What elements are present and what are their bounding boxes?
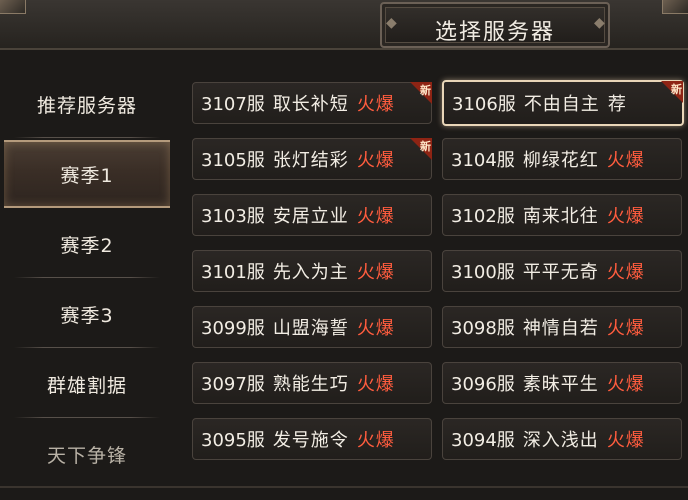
server-name: 发号施令: [272, 430, 349, 451]
server-name: 取长补短: [272, 94, 349, 115]
server-status: 火爆: [356, 206, 395, 227]
server-number: 3101服: [201, 262, 265, 283]
new-badge: 新: [410, 82, 432, 104]
server-number: 3096服: [451, 374, 515, 395]
server-3100[interactable]: 3100服 平平无奇 火爆: [442, 250, 682, 292]
rivet-icon: ◆: [594, 15, 605, 31]
server-status: 火爆: [356, 318, 395, 339]
title-plate: ◆ 选择服务器 ◆: [380, 2, 610, 48]
server-3106[interactable]: 3106服 不由自主 荐 新: [442, 80, 684, 126]
server-name: 不由自主: [523, 94, 600, 115]
server-number: 3098服: [451, 318, 515, 339]
server-3095[interactable]: 3095服 发号施令 火爆: [192, 418, 432, 460]
server-number: 3106服: [452, 94, 516, 115]
server-3097[interactable]: 3097服 熟能生巧 火爆: [192, 362, 432, 404]
server-3102[interactable]: 3102服 南来北往 火爆: [442, 194, 682, 236]
server-status: 火爆: [356, 94, 395, 115]
server-status: 火爆: [606, 374, 645, 395]
server-name: 先入为主: [272, 262, 349, 283]
server-status: 荐: [607, 94, 627, 115]
server-status: 火爆: [606, 262, 645, 283]
server-grid: 3107服 取长补短 火爆 新 3106服 不由自主 荐 新 3105服 张灯结…: [186, 70, 688, 480]
page-title: 选择服务器: [434, 20, 555, 45]
server-name: 张灯结彩: [272, 150, 349, 171]
server-status: 火爆: [356, 374, 395, 395]
server-number: 3099服: [201, 318, 265, 339]
server-name: 素昧平生: [522, 374, 599, 395]
divider: [14, 417, 160, 418]
server-number: 3105服: [201, 150, 265, 171]
server-3094[interactable]: 3094服 深入浅出 火爆: [442, 418, 682, 460]
server-3104[interactable]: 3104服 柳绿花红 火爆: [442, 138, 682, 180]
server-number: 3104服: [451, 150, 515, 171]
category-recommended[interactable]: 推荐服务器: [4, 70, 170, 138]
corner-ornament-right: [662, 0, 688, 14]
server-number: 3094服: [451, 430, 515, 451]
server-name: 柳绿花红: [522, 150, 599, 171]
server-3107[interactable]: 3107服 取长补短 火爆 新: [192, 82, 432, 124]
server-status: 火爆: [356, 430, 395, 451]
new-badge: 新: [410, 138, 432, 160]
server-status: 火爆: [606, 206, 645, 227]
bottom-divider: [0, 486, 688, 488]
server-3101[interactable]: 3101服 先入为主 火爆: [192, 250, 432, 292]
server-status: 火爆: [606, 150, 645, 171]
server-number: 3102服: [451, 206, 515, 227]
server-status: 火爆: [606, 318, 645, 339]
category-label: 赛季1: [60, 164, 114, 187]
server-3099[interactable]: 3099服 山盟海誓 火爆: [192, 306, 432, 348]
divider: [14, 137, 160, 138]
server-name: 南来北往: [522, 206, 599, 227]
server-3096[interactable]: 3096服 素昧平生 火爆: [442, 362, 682, 404]
category-world-contest[interactable]: 天下争锋: [4, 420, 170, 488]
top-bar: ◆ 选择服务器 ◆: [0, 0, 688, 50]
category-warlords[interactable]: 群雄割据: [4, 350, 170, 418]
divider: [14, 347, 160, 348]
category-label: 推荐服务器: [36, 94, 137, 117]
new-badge: 新: [661, 81, 683, 103]
server-name: 熟能生巧: [272, 374, 349, 395]
server-name: 神情自若: [522, 318, 599, 339]
server-number: 3107服: [201, 94, 265, 115]
server-status: 火爆: [606, 430, 645, 451]
divider: [14, 277, 160, 278]
server-3105[interactable]: 3105服 张灯结彩 火爆 新: [192, 138, 432, 180]
server-name: 山盟海誓: [272, 318, 349, 339]
category-label: 天下争锋: [46, 444, 127, 467]
server-name: 安居立业: [272, 206, 349, 227]
server-number: 3103服: [201, 206, 265, 227]
corner-ornament-left: [0, 0, 26, 14]
server-status: 火爆: [356, 262, 395, 283]
server-3098[interactable]: 3098服 神情自若 火爆: [442, 306, 682, 348]
category-sidebar: 推荐服务器 赛季1 赛季2 赛季3 群雄割据 天下争锋: [0, 66, 180, 500]
category-season-2[interactable]: 赛季2: [4, 210, 170, 278]
category-season-1[interactable]: 赛季1: [4, 140, 170, 208]
server-number: 3095服: [201, 430, 265, 451]
server-3103[interactable]: 3103服 安居立业 火爆: [192, 194, 432, 236]
server-status: 火爆: [356, 150, 395, 171]
server-name: 平平无奇: [522, 262, 599, 283]
server-number: 3100服: [451, 262, 515, 283]
category-season-3[interactable]: 赛季3: [4, 280, 170, 348]
server-number: 3097服: [201, 374, 265, 395]
server-name: 深入浅出: [522, 430, 599, 451]
category-label: 赛季2: [60, 234, 114, 257]
category-label: 赛季3: [60, 304, 114, 327]
category-label: 群雄割据: [46, 374, 127, 397]
